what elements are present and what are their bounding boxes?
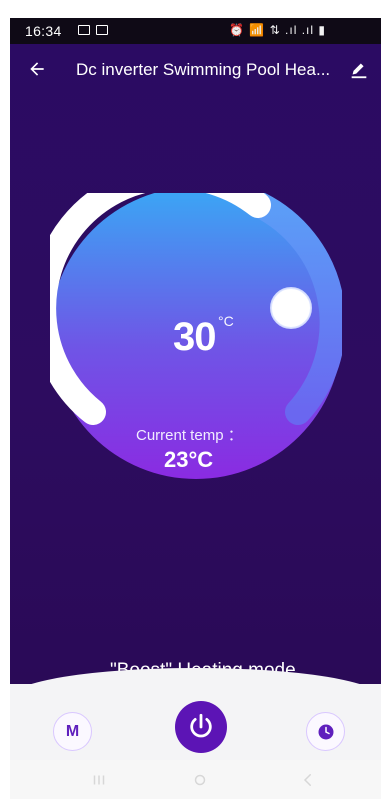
current-temp-value: 23°C [164,447,214,472]
home-icon[interactable] [189,769,211,791]
system-nav-bar [10,760,381,799]
timer-button[interactable] [306,712,345,751]
mode-button-label: M [65,722,80,740]
current-temp-label: Current temp ： [136,427,243,444]
set-temp-value: 30 [173,315,216,359]
clock-icon [318,724,333,739]
mode-button[interactable]: M [53,712,92,751]
set-temperature: 30 °C [160,309,234,359]
set-temp-unit: °C [218,313,234,329]
thermostat-area: 30 °C Current temp ： 23°C "Boost" Heatin… [0,0,371,681]
power-button[interactable] [175,701,227,753]
power-icon [190,713,212,738]
recent-apps-icon[interactable] [88,769,110,791]
phone-frame: 16:34 ⏰ 📶 ⇅ .ıl .ıl ▮ Dc inverter Swimmi… [0,0,381,799]
back-nav-icon[interactable] [297,769,319,791]
